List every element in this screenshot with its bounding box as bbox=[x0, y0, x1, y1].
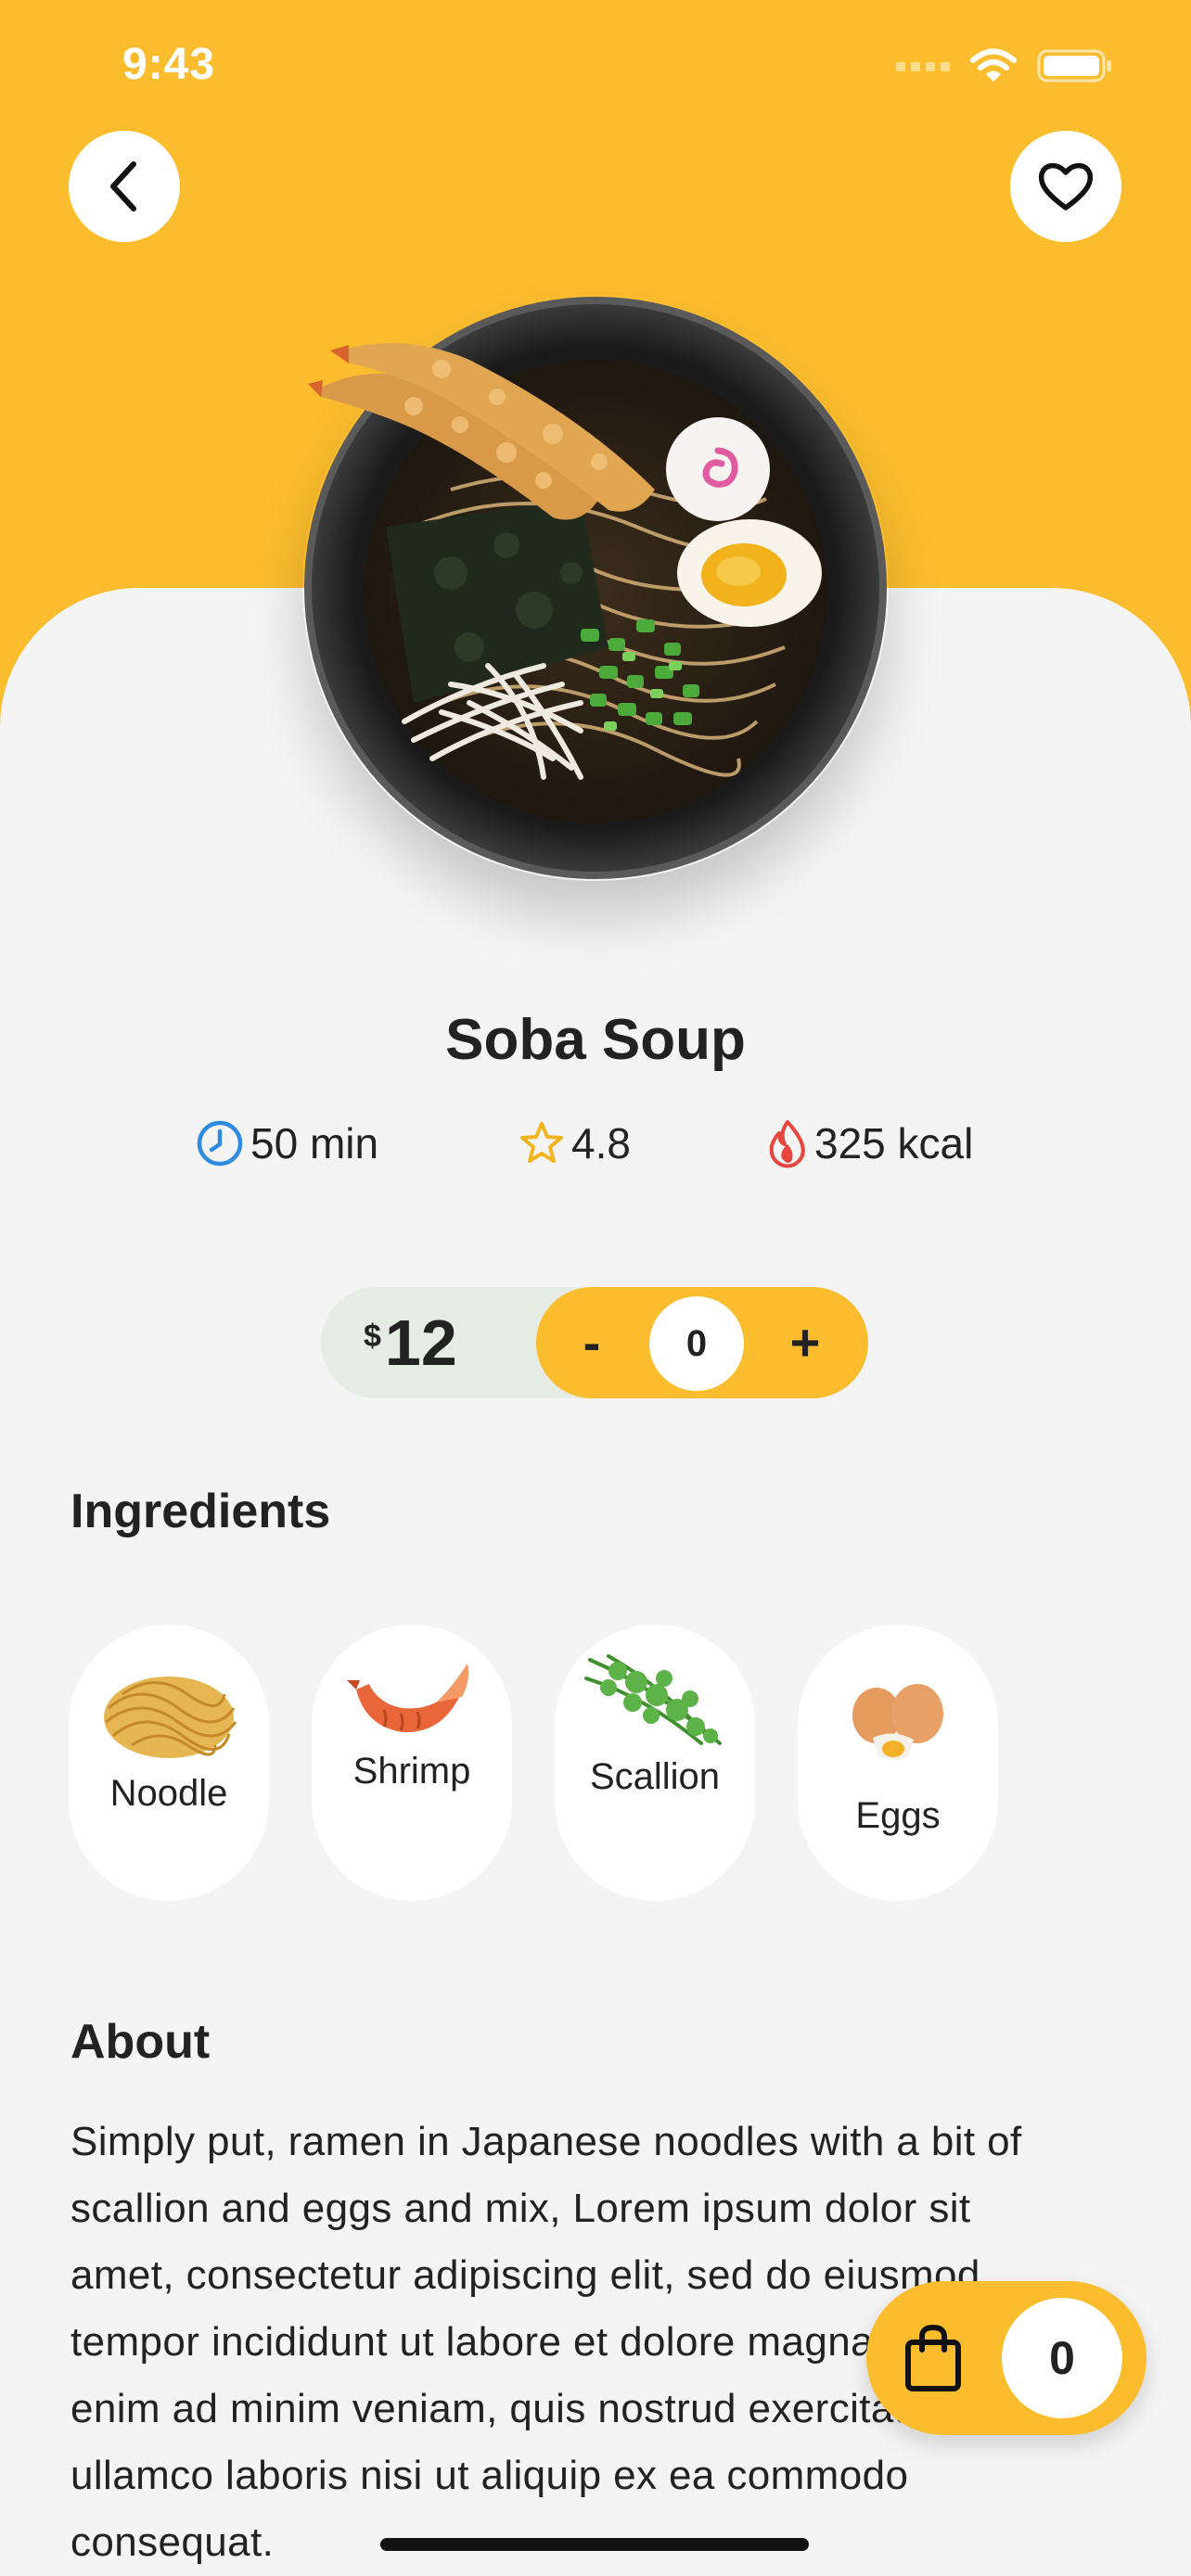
cook-time-value: 50 min bbox=[250, 1119, 379, 1167]
ingredient-card-shrimp[interactable]: Shrimp bbox=[312, 1625, 512, 1901]
decrease-quantity-button[interactable]: - bbox=[564, 1302, 620, 1384]
cook-time: 50 min bbox=[195, 1118, 378, 1168]
dish-stats: 50 min 4.8 325 kcal bbox=[0, 1118, 1191, 1178]
increase-quantity-button[interactable]: + bbox=[777, 1302, 833, 1384]
quantity-value: 0 bbox=[649, 1296, 744, 1391]
price-currency: $ bbox=[364, 1319, 381, 1354]
favorite-button[interactable] bbox=[1010, 131, 1121, 242]
rating-value: 4.8 bbox=[571, 1119, 631, 1167]
calories: 325 kcal bbox=[766, 1118, 973, 1168]
home-indicator bbox=[380, 2538, 809, 2551]
heart-icon bbox=[1038, 162, 1094, 210]
cart-count: 0 bbox=[1002, 2298, 1122, 2418]
ingredient-label: Noodle bbox=[109, 1773, 228, 1814]
noodle-icon bbox=[104, 1677, 237, 1758]
dish-title: Soba Soup bbox=[445, 1008, 746, 1072]
price-amount: 12 bbox=[384, 1307, 457, 1379]
ingredient-card-noodle[interactable]: Noodle bbox=[69, 1625, 269, 1901]
chevron-left-icon bbox=[110, 161, 136, 211]
signal-icon bbox=[896, 62, 950, 71]
star-icon bbox=[520, 1122, 563, 1163]
back-button[interactable] bbox=[69, 131, 180, 242]
ingredient-card-eggs[interactable]: Eggs bbox=[798, 1625, 998, 1901]
clock-icon bbox=[197, 1120, 243, 1167]
ingredient-label: Shrimp bbox=[352, 1751, 471, 1792]
status-time: 9:43 bbox=[122, 40, 216, 89]
dish-image bbox=[302, 295, 889, 881]
ingredient-label: Scallion bbox=[589, 1756, 721, 1797]
about-title: About bbox=[70, 2015, 211, 2069]
battery-icon bbox=[1037, 49, 1111, 83]
eggs-icon bbox=[852, 1684, 943, 1760]
price: $ 12 bbox=[364, 1309, 457, 1376]
status-icons bbox=[896, 48, 1113, 83]
scallion-icon bbox=[584, 1654, 722, 1745]
rating: 4.8 bbox=[518, 1118, 631, 1168]
wifi-icon bbox=[970, 48, 1017, 82]
shrimp-icon bbox=[347, 1664, 469, 1733]
fire-icon bbox=[769, 1120, 805, 1168]
shopping-bag-icon bbox=[905, 2324, 961, 2391]
ingredients-title: Ingredients bbox=[70, 1485, 331, 1538]
soba-bowl-illustration bbox=[304, 297, 887, 879]
ingredient-card-scallion[interactable]: Scallion bbox=[555, 1625, 755, 1901]
calories-value: 325 kcal bbox=[814, 1119, 974, 1167]
ingredient-label: Eggs bbox=[855, 1795, 941, 1836]
